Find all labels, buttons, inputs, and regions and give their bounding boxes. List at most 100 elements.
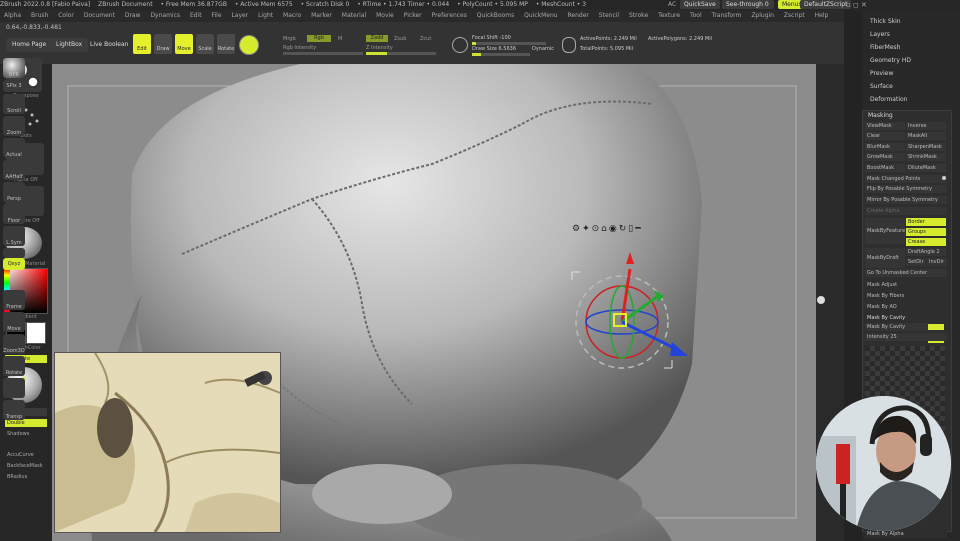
pivot-icon[interactable] (817, 296, 825, 304)
bradius-button[interactable]: BRadius (7, 474, 27, 480)
scroll-button[interactable]: Scroll (3, 94, 25, 114)
reset-icon[interactable]: ↻ (619, 224, 627, 234)
rotate-button[interactable]: Rotate (3, 356, 25, 376)
masking-header[interactable]: Masking (868, 112, 893, 119)
lsym-button[interactable]: L.Sym (3, 226, 25, 246)
qxyz-button[interactable]: Qxyz (3, 258, 25, 270)
polyframe-button[interactable] (3, 378, 25, 398)
menu-document[interactable]: Document (84, 12, 115, 19)
zsub-button[interactable]: Zsub (394, 36, 406, 42)
aahalf-button[interactable]: AAHalf (3, 160, 25, 180)
brush-icon[interactable]: ━ (635, 224, 640, 234)
menu-zscript[interactable]: Zscript (784, 12, 805, 19)
primary-color-swatch[interactable] (26, 322, 46, 344)
draw-mode-button[interactable]: Draw (154, 34, 172, 54)
rgb-intensity-slider[interactable] (283, 52, 363, 55)
blurmask-button[interactable]: BlurMask (865, 143, 905, 151)
bpr-button[interactable]: BPR (3, 58, 25, 78)
scale-mode-button[interactable]: Scale (196, 34, 214, 54)
move-mode-button[interactable]: Move (175, 34, 193, 54)
dilutemask-button[interactable]: DiluteMask (906, 164, 946, 172)
lightbox-button[interactable]: LightBox (50, 38, 89, 52)
boostmask-button[interactable]: BoostMask (865, 164, 905, 172)
mask-by-ao-header[interactable]: Mask By AO (865, 303, 947, 311)
layers-header[interactable]: Layers (870, 31, 890, 38)
invdir-button[interactable]: InvDir (927, 258, 947, 266)
menu-stroke[interactable]: Stroke (629, 12, 648, 19)
live-boolean-button[interactable]: Live Boolean (90, 41, 128, 48)
create-alpha-button[interactable]: Create Alpha (865, 207, 947, 215)
maskall-button[interactable]: MaskAll (906, 132, 946, 140)
mask-by-cavity-header[interactable]: Mask By Cavity (865, 314, 947, 322)
zoom-button[interactable]: Zoom (3, 116, 25, 136)
gizmo-toggle-icon[interactable] (239, 35, 259, 55)
spix-button[interactable]: SPix 3 (3, 80, 25, 92)
rgb-button[interactable]: Rgb (307, 35, 331, 42)
default-zscript-button[interactable]: DefaultZScript (800, 0, 852, 9)
gizmo-toolbar[interactable]: ⚙ ✦ ⊙ ⌂ ◉ ↻ ▯ ━ (572, 224, 643, 234)
menu-alpha[interactable]: Alpha (4, 12, 21, 19)
focal-shift-slider[interactable] (472, 42, 546, 45)
actual-button[interactable]: Actual (3, 138, 25, 158)
intensity-slider[interactable]: Intensity 25 (865, 333, 947, 341)
shrinkmask-button[interactable]: ShrinkMask (906, 153, 946, 161)
mrgb-button[interactable]: Mrgb (283, 36, 296, 42)
menu-quickmenu[interactable]: QuickMenu (524, 12, 557, 19)
menu-render[interactable]: Render (568, 12, 589, 19)
menu-macro[interactable]: Macro (283, 12, 301, 19)
transp-button[interactable]: Transp (3, 400, 25, 420)
menu-stencil[interactable]: Stencil (599, 12, 619, 19)
flip-posable-button[interactable]: Flip By Posable Symmetry (865, 185, 947, 193)
home-icon[interactable]: ⌂ (601, 224, 607, 234)
preview-header[interactable]: Preview (870, 70, 893, 77)
floor-button[interactable]: Floor (3, 204, 25, 224)
menu-movie[interactable]: Movie (376, 12, 394, 19)
menu-brush[interactable]: Brush (31, 12, 48, 19)
mesh-icon[interactable]: ◉ (609, 224, 617, 234)
surface-header[interactable]: Surface (870, 83, 893, 90)
inverse-button[interactable]: Inverse (906, 122, 946, 130)
setdir-button[interactable]: SetDir (906, 258, 926, 266)
z-intensity-slider[interactable] (366, 52, 436, 55)
fibermesh-header[interactable]: FiberMesh (870, 44, 900, 51)
geometry-hd-header[interactable]: Geometry HD (870, 57, 911, 64)
menu-help[interactable]: Help (815, 12, 829, 19)
go-to-unmasked-center-button[interactable]: Go To Unmasked Center (865, 269, 947, 277)
see-through-slider[interactable]: See-through 0 (722, 0, 774, 9)
mask-by-fibers-header[interactable]: Mask By Fibers (865, 292, 947, 300)
menu-texture[interactable]: Texture (658, 12, 680, 19)
mirror-posable-button[interactable]: Mirror By Posable Symmetry (865, 196, 947, 204)
gear-icon[interactable]: ⚙ (572, 224, 580, 234)
accucurve-button[interactable]: AccuCurve (7, 452, 34, 458)
border-toggle[interactable]: Border (906, 218, 946, 226)
growmask-button[interactable]: GrowMask (865, 153, 905, 161)
menu-tool[interactable]: Tool (690, 12, 702, 19)
location-icon[interactable]: ⊙ (592, 224, 600, 234)
draw-size-slider[interactable] (472, 53, 530, 56)
viewmask-button[interactable]: ViewMask (865, 122, 905, 130)
double-button[interactable]: Double (5, 419, 47, 427)
clear-button[interactable]: Clear (865, 132, 905, 140)
home-page-button[interactable]: Home Page (6, 38, 53, 52)
shadows-button[interactable]: Shadows (7, 431, 29, 437)
draft-angle-slider[interactable]: DraftAngle 2 (906, 248, 946, 256)
crease-toggle[interactable]: Crease (906, 238, 946, 246)
cavity-toggle[interactable] (928, 324, 944, 330)
zcut-button[interactable]: Zcut (420, 36, 431, 42)
mask-adjust-header[interactable]: Mask Adjust (865, 281, 947, 289)
move-button[interactable]: Move (3, 312, 25, 332)
mask-by-cavity-button[interactable]: Mask By Cavity (865, 323, 929, 331)
zadd-button[interactable]: Zadd (366, 35, 388, 42)
menu-material[interactable]: Material (342, 12, 366, 19)
frame-button[interactable]: Frame (3, 290, 25, 310)
menu-layer[interactable]: Layer (231, 12, 248, 19)
m-button[interactable]: M (338, 36, 342, 42)
menu-picker[interactable]: Picker (404, 12, 422, 19)
menu-quickbooms[interactable]: QuickBooms (477, 12, 514, 19)
menu-file[interactable]: File (212, 12, 222, 19)
persp-button[interactable]: Persp (3, 182, 25, 202)
menu-preferences[interactable]: Preferences (432, 12, 467, 19)
dynamic-button[interactable]: Dynamic (532, 46, 554, 52)
sharpenmask-button[interactable]: SharpenMask (906, 143, 946, 151)
backfacemask-button[interactable]: BackfaceMask (7, 463, 43, 469)
